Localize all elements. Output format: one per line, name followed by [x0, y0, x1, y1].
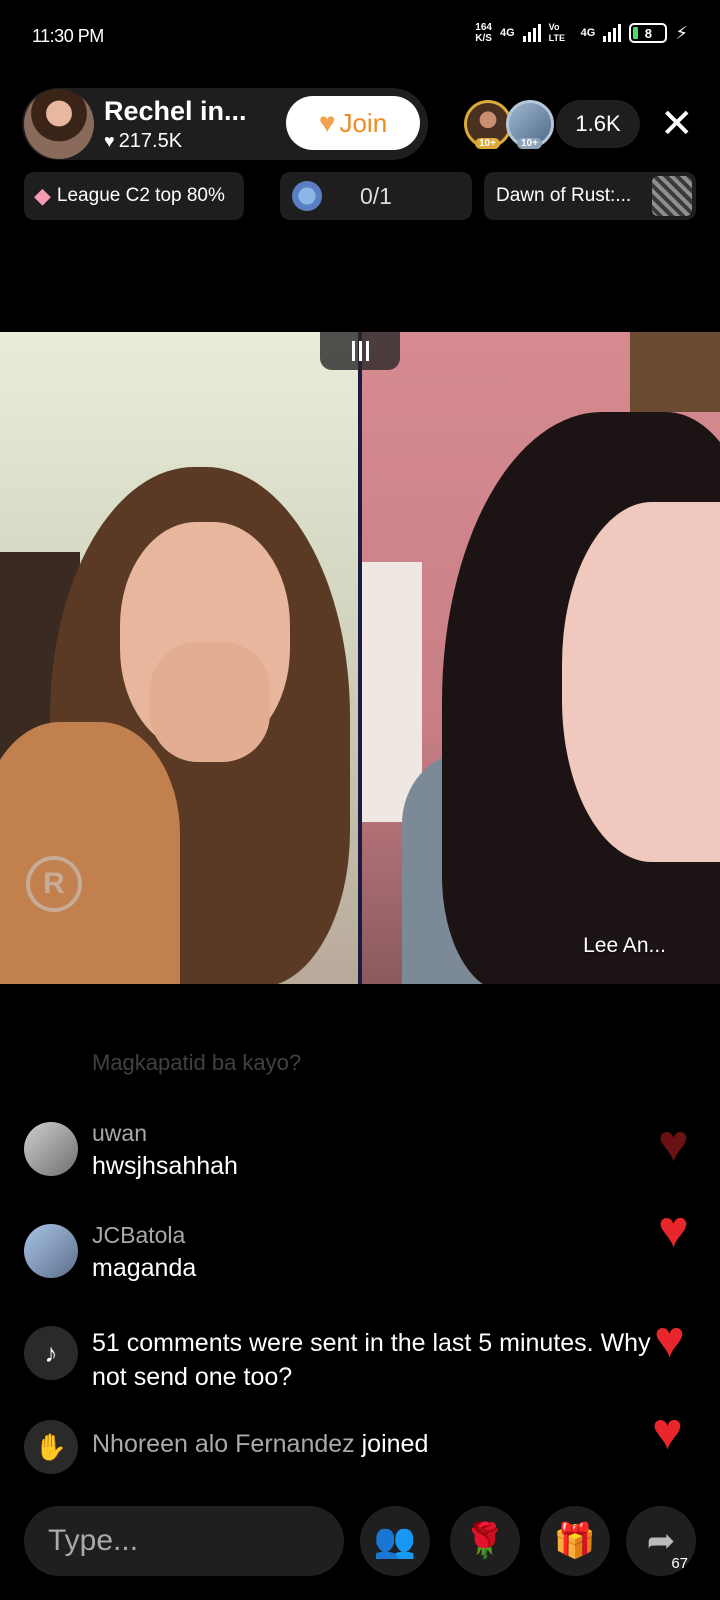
- avatar[interactable]: [24, 1122, 78, 1176]
- game-thumbnail: [652, 176, 692, 216]
- heart-icon: ♥: [658, 1201, 689, 1259]
- guest-video[interactable]: Lee An...: [362, 332, 720, 984]
- signal-icon-2: [603, 24, 622, 42]
- host-likes: ♥ 217.5K: [104, 130, 183, 152]
- multi-guest-video[interactable]: R Lee An...: [0, 332, 720, 984]
- top-viewers[interactable]: 10+ 10+ 1.6K: [464, 100, 640, 149]
- viewer-avatar[interactable]: 10+: [464, 100, 512, 149]
- network-speed: 164 K/S: [475, 22, 492, 44]
- share-icon[interactable]: ➦ 67: [626, 1506, 696, 1576]
- game-chip[interactable]: Dawn of Rust:...: [484, 172, 696, 220]
- heart-icon: ♥: [104, 131, 115, 151]
- chat-feed[interactable]: Magkapatid ba kayo? uwan hwsjhsahhah JCB…: [0, 1040, 720, 1480]
- guest-name[interactable]: Lee An...: [583, 934, 666, 958]
- viewer-count[interactable]: 1.6K: [556, 100, 640, 148]
- chat-username[interactable]: uwan: [92, 1120, 147, 1147]
- host-name[interactable]: Rechel in...: [104, 96, 247, 127]
- battery-icon: 8: [629, 23, 668, 43]
- chat-text: maganda: [92, 1254, 197, 1282]
- share-count: 67: [671, 1555, 688, 1572]
- signal-icon: [522, 24, 541, 42]
- viewer-avatar[interactable]: 10+: [506, 100, 554, 149]
- goal-chip[interactable]: 0/1: [280, 172, 472, 220]
- bottom-bar: 👥 🌹 🎁 ➦ 67: [0, 1504, 720, 1576]
- chat-username[interactable]: JCBatola: [92, 1222, 185, 1249]
- registered-watermark-icon: R: [26, 856, 82, 912]
- league-chip[interactable]: ◆ League C2 top 80%: [24, 172, 244, 220]
- heart-icon: ♥: [658, 1115, 689, 1173]
- joined-username[interactable]: Nhoreen alo Fernandez: [92, 1430, 355, 1458]
- status-bar: 11:30 PM 164 K/S 4G Vo LTE 4G 8 ⚡: [0, 0, 720, 72]
- network-type-2: 4G: [580, 26, 596, 39]
- system-message-text: 51 comments were sent in the last 5 minu…: [92, 1329, 651, 1391]
- split-handle-icon[interactable]: [320, 332, 400, 370]
- host-video[interactable]: R: [0, 332, 358, 984]
- diamond-icon: ◆: [34, 183, 51, 208]
- wave-icon: ✋: [24, 1420, 78, 1474]
- faded-message: Magkapatid ba kayo?: [92, 1050, 302, 1075]
- avatar[interactable]: [24, 1224, 78, 1278]
- joined-label: joined: [361, 1430, 429, 1458]
- guest-icon[interactable]: 👥: [360, 1506, 430, 1576]
- status-icons: 164 K/S 4G Vo LTE 4G 8 ⚡: [475, 22, 688, 44]
- status-time: 11:30 PM: [32, 26, 104, 46]
- gift-icon[interactable]: 🎁: [540, 1506, 610, 1576]
- chat-text: hwsjhsahhah: [92, 1152, 238, 1180]
- charging-icon: ⚡: [675, 22, 688, 43]
- host-avatar[interactable]: [24, 89, 94, 159]
- tiktok-icon: ♪: [24, 1326, 78, 1380]
- comment-input[interactable]: [24, 1506, 344, 1576]
- join-button[interactable]: ♥ Join: [286, 96, 420, 150]
- close-icon[interactable]: ✕: [660, 104, 694, 144]
- rose-icon[interactable]: 🌹: [450, 1506, 520, 1576]
- network-type-1: 4G: [499, 26, 515, 39]
- join-heart-icon: ♥: [318, 107, 336, 138]
- host-info[interactable]: Rechel in... ♥ 217.5K ♥ Join: [22, 88, 428, 160]
- heart-icon: ♥: [654, 1311, 685, 1369]
- heart-icon: ♥: [652, 1403, 683, 1461]
- volte-label: Vo LTE: [548, 22, 566, 43]
